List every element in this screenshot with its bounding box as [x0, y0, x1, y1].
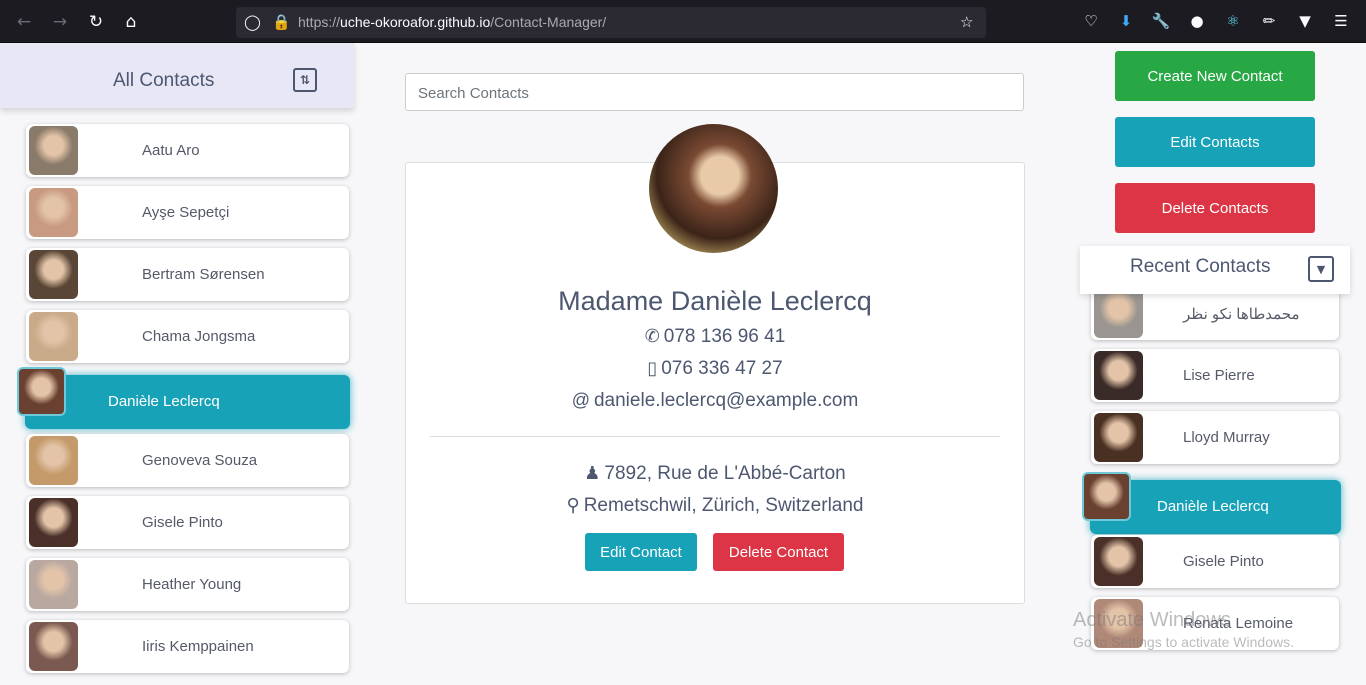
caret-down-icon[interactable]: ▼	[1308, 256, 1334, 282]
lock-icon[interactable]: 🔒	[272, 13, 291, 31]
recent-contacts-header: Recent Contacts ▼	[1080, 246, 1350, 294]
contact-card[interactable]: Gisele Pinto	[26, 496, 349, 549]
download-icon[interactable]: ⬇	[1115, 10, 1137, 32]
street-view-icon: ♟	[584, 463, 601, 483]
email-line: @ daniele.leclercq@example.com	[405, 390, 1025, 412]
recent-contacts-title: Recent Contacts	[1130, 256, 1271, 277]
contact-photo	[29, 126, 78, 175]
contact-name: محمدطاها نکو نظر	[1183, 306, 1300, 323]
contact-name: Ayşe Sepetçi	[142, 204, 230, 221]
edit-contact-button[interactable]: Edit Contact	[585, 533, 697, 571]
contact-photo	[1094, 413, 1143, 462]
search-placeholder: Search Contacts	[418, 85, 529, 102]
street-line: ♟ 7892, Rue de L'Abbé-Carton	[405, 463, 1025, 485]
contact-photo	[29, 436, 78, 485]
address-bar[interactable]: ◯ 🔒 https://uche-okoroafor.github.io/Con…	[236, 7, 986, 38]
city-line: ⚲ Remetschwil, Zürich, Switzerland	[405, 495, 1025, 517]
contact-photo	[17, 367, 66, 416]
browser-toolbar: ← → ↻ ⌂ ◯ 🔒 https://uche-okoroafor.githu…	[0, 0, 1366, 43]
menu-icon[interactable]: ☰	[1330, 10, 1352, 32]
activate-windows-title: Activate Windows	[1073, 609, 1231, 631]
contact-name: Madame Danièle Leclercq	[558, 286, 872, 316]
all-contacts-header: All Contacts ⇅	[0, 43, 354, 108]
contact-card[interactable]: Chama Jongsma	[26, 310, 349, 363]
delete-contact-button[interactable]: Delete Contact	[713, 533, 844, 571]
contact-name: Gisele Pinto	[142, 514, 223, 531]
contact-photo	[29, 250, 78, 299]
map-marker-icon: ⚲	[566, 495, 580, 515]
contact-photo	[1082, 472, 1131, 521]
contact-photo	[29, 498, 78, 547]
contact-name: Lloyd Murray	[1183, 429, 1270, 446]
street-value: 7892, Rue de L'Abbé-Carton	[604, 463, 846, 484]
recent-contact-card[interactable]: Gisele Pinto	[1091, 535, 1339, 588]
contact-photo	[29, 560, 78, 609]
contact-name: Heather Young	[142, 576, 242, 593]
shield-icon[interactable]: ◯	[244, 13, 261, 31]
create-new-contact-button[interactable]: Create New Contact	[1115, 51, 1315, 101]
phone-icon: ✆	[644, 326, 660, 346]
color-picker-icon[interactable]: ✏	[1258, 10, 1280, 32]
contact-name: Chama Jongsma	[142, 328, 256, 345]
contact-photo	[29, 622, 78, 671]
contact-name: Danièle Leclercq	[108, 393, 220, 410]
bookmark-star-icon[interactable]: ☆	[960, 13, 973, 31]
contact-photo	[1094, 537, 1143, 586]
activate-windows-subtitle: Go to Settings to activate Windows.	[1073, 634, 1294, 650]
contact-card[interactable]: Aatu Aro	[26, 124, 349, 177]
contact-card[interactable]: Heather Young	[26, 558, 349, 611]
edit-contacts-button[interactable]: Edit Contacts	[1115, 117, 1315, 167]
back-icon[interactable]: ←	[12, 10, 36, 34]
reload-icon[interactable]: ↻	[84, 10, 108, 34]
contact-name: Bertram Sørensen	[142, 266, 265, 283]
contact-name: Danièle Leclercq	[1157, 498, 1269, 515]
delete-contacts-button[interactable]: Delete Contacts	[1115, 183, 1315, 233]
all-contacts-title: All Contacts	[113, 70, 215, 91]
phone-value: 078 136 96 41	[663, 326, 786, 347]
contact-photo	[1094, 289, 1143, 338]
contact-card[interactable]: Danièle Leclercq	[17, 367, 350, 429]
home-icon[interactable]: ⌂	[119, 10, 143, 34]
contact-photo	[29, 188, 78, 237]
recent-contact-card[interactable]: محمدطاها نکو نظر	[1091, 287, 1339, 340]
contact-name: Genoveva Souza	[142, 452, 258, 469]
city-value: Remetschwil, Zürich, Switzerland	[583, 495, 864, 516]
contact-name: Gisele Pinto	[1183, 553, 1264, 570]
at-icon: @	[571, 390, 590, 410]
contact-card[interactable]: Iiris Kemppainen	[26, 620, 349, 673]
contact-name: Iiris Kemppainen	[142, 638, 254, 655]
detail-divider	[430, 436, 1000, 437]
page: All Contacts ⇅ Aatu Aro Ayşe Sepetçi Bertr…	[0, 43, 1366, 685]
email-value: daniele.leclercq@example.com	[593, 390, 859, 411]
recent-contact-card[interactable]: Danièle Leclercq	[1082, 472, 1341, 534]
forward-icon[interactable]: →	[48, 10, 72, 34]
ublock-icon[interactable]: ●	[1186, 10, 1208, 32]
wrench-icon[interactable]: 🔧	[1150, 10, 1172, 32]
contact-photo	[29, 312, 78, 361]
contact-card[interactable]: Bertram Sørensen	[26, 248, 349, 301]
contact-name: Lise Pierre	[1183, 367, 1255, 384]
mobile-line: ▯ 076 336 47 27	[405, 358, 1025, 380]
contact-photo	[1094, 351, 1143, 400]
react-devtools-icon[interactable]: ⚛	[1222, 10, 1244, 32]
pocket-icon[interactable]: ♡	[1080, 10, 1102, 32]
sort-icon[interactable]: ⇅	[293, 68, 317, 92]
recent-contact-card[interactable]: Lise Pierre	[1091, 349, 1339, 402]
contact-avatar	[649, 124, 778, 253]
contact-card[interactable]: Genoveva Souza	[26, 434, 349, 487]
vue-devtools-icon[interactable]: ▼	[1294, 10, 1316, 32]
recent-contact-card[interactable]: Lloyd Murray	[1091, 411, 1339, 464]
search-input[interactable]: Search Contacts	[405, 73, 1024, 111]
url-text: https://uche-okoroafor.github.io/Contact…	[298, 14, 607, 30]
phone-line: ✆ 078 136 96 41	[405, 326, 1025, 348]
contact-card[interactable]: Ayşe Sepetçi	[26, 186, 349, 239]
mobile-icon: ▯	[647, 358, 658, 378]
contact-name: Aatu Aro	[142, 142, 200, 159]
mobile-value: 076 336 47 27	[661, 358, 783, 379]
